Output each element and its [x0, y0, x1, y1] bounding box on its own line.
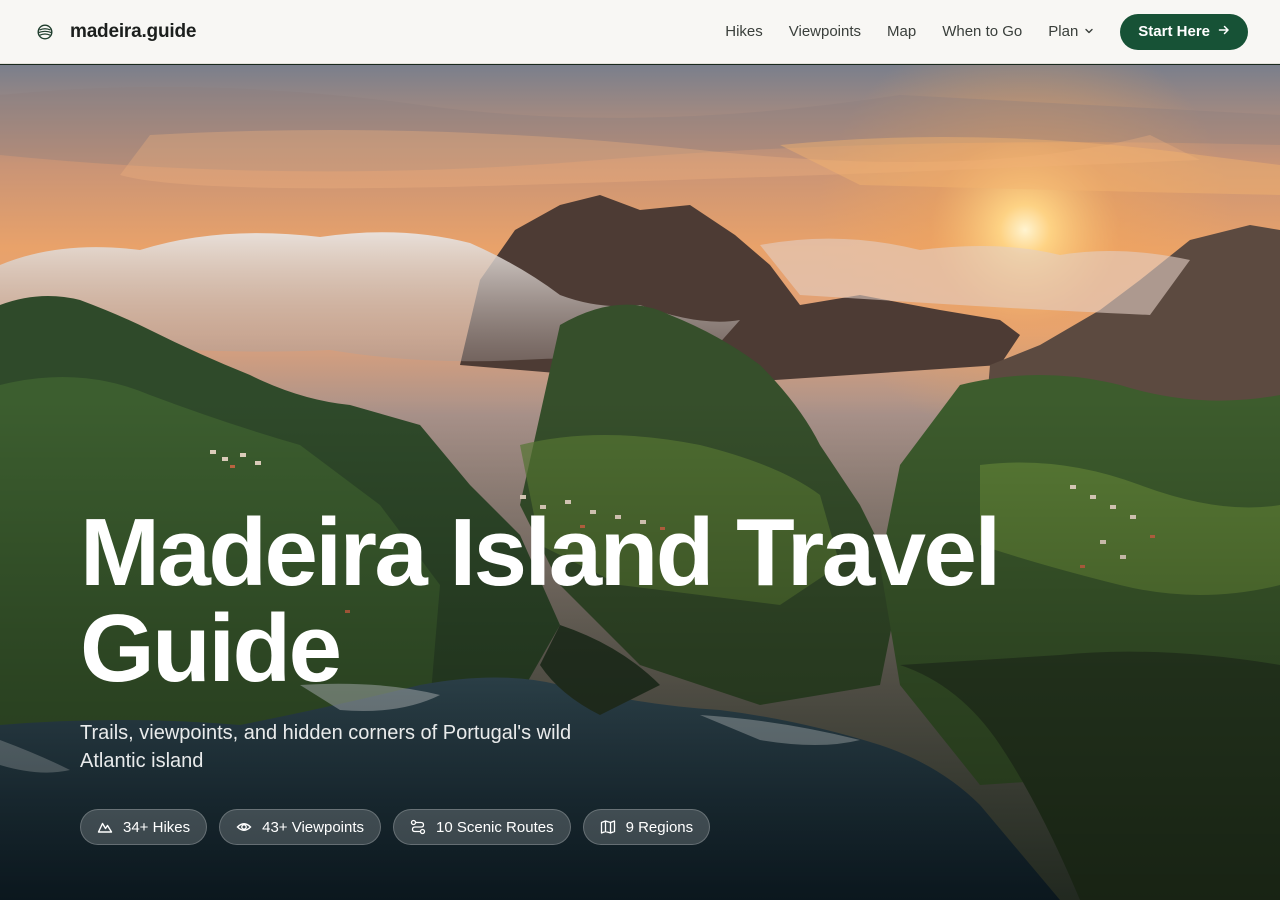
nav-viewpoints[interactable]: Viewpoints: [789, 23, 861, 40]
stat-hikes[interactable]: 34+ Hikes: [80, 809, 208, 845]
start-here-button[interactable]: Start Here: [1120, 13, 1248, 50]
arrow-right-icon: [1218, 23, 1230, 40]
nav-hikes[interactable]: Hikes: [725, 23, 763, 40]
globe-icon: [36, 23, 54, 41]
brand[interactable]: madeira.guide: [36, 21, 196, 43]
stat-viewpoints[interactable]: 43+ Viewpoints: [219, 809, 382, 845]
route-icon: [410, 819, 426, 835]
hero-section: Madeira Island Travel Guide Trails, view…: [0, 65, 1280, 900]
hero-subtitle: Trails, viewpoints, and hidden corners o…: [80, 722, 572, 772]
stat-regions[interactable]: 9 Regions: [582, 809, 711, 845]
stat-scenic-routes-label: 10 Scenic Routes: [436, 818, 554, 836]
stat-regions-label: 9 Regions: [625, 818, 694, 836]
main-nav: Hikes Viewpoints Map When to Go Plan: [725, 23, 1094, 40]
mountain-icon: [97, 819, 113, 835]
nav-plan-dropdown[interactable]: Plan: [1048, 23, 1094, 40]
nav-map[interactable]: Map: [887, 23, 916, 40]
eye-icon: [236, 819, 252, 835]
hero-content: Madeira Island Travel Guide Trails, view…: [80, 505, 1180, 845]
nav-plan-label: Plan: [1048, 23, 1079, 40]
start-here-label: Start Here: [1138, 23, 1210, 40]
page-title: Madeira Island Travel Guide: [80, 499, 1001, 702]
chevron-down-icon: [1084, 23, 1094, 40]
map-icon: [600, 819, 616, 835]
site-header: madeira.guide Hikes Viewpoints Map When …: [0, 0, 1280, 64]
nav-when-to-go[interactable]: When to Go: [942, 23, 1022, 40]
stat-hikes-label: 34+ Hikes: [123, 818, 191, 836]
stat-scenic-routes[interactable]: 10 Scenic Routes: [393, 809, 571, 845]
stats-row: 34+ Hikes 43+ Viewpoints 10 Scenic Route…: [80, 809, 1180, 845]
stat-viewpoints-label: 43+ Viewpoints: [262, 818, 365, 836]
brand-name: madeira.guide: [70, 20, 197, 42]
